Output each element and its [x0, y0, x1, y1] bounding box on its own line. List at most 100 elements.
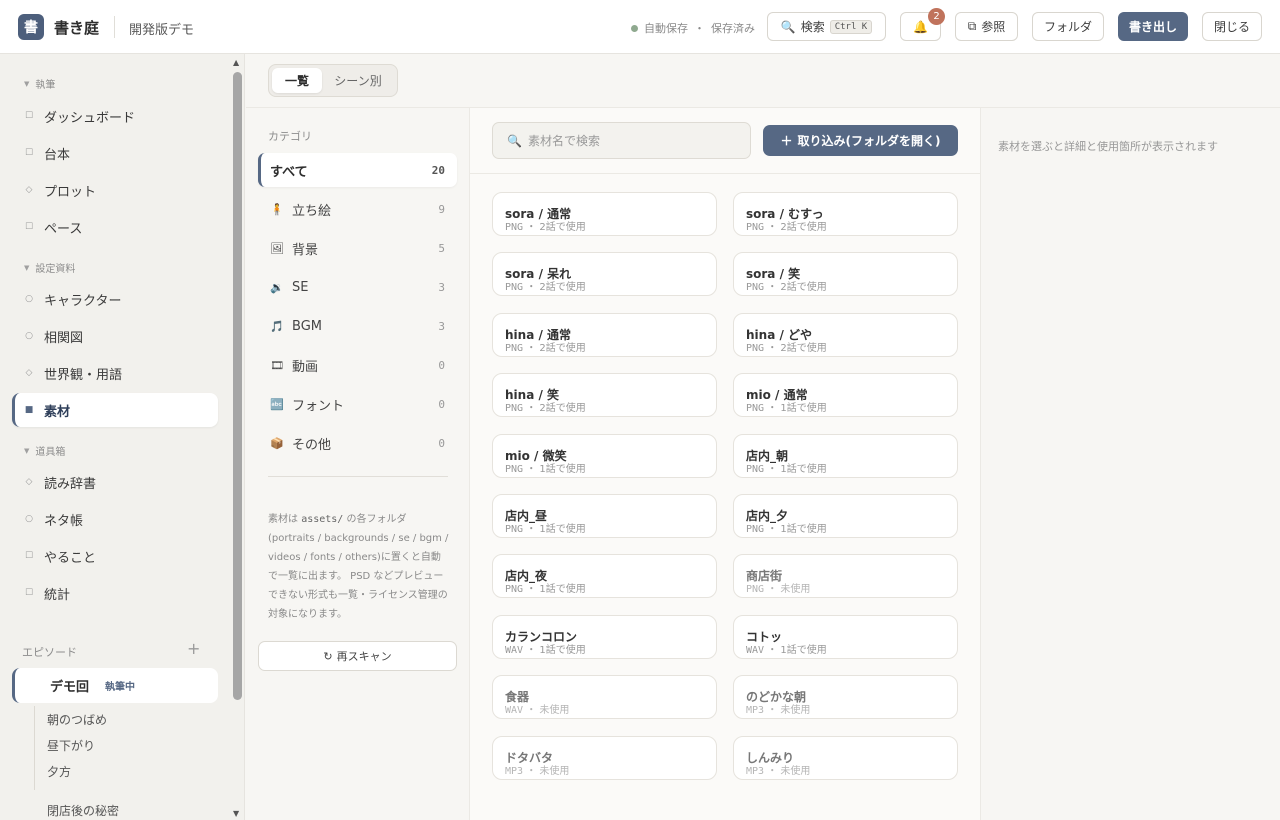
- tab-list[interactable]: 一覧: [272, 68, 322, 93]
- asset-card[interactable]: のどかな朝 MP3 ・ 未使用: [733, 675, 958, 720]
- search-shortcut: Ctrl K: [829, 19, 873, 34]
- notification-badge: 2: [928, 8, 945, 25]
- category-item[interactable]: 🎞 動画 0: [258, 348, 457, 382]
- close-button[interactable]: 閉じる: [1202, 12, 1262, 41]
- rescan-button[interactable]: ↻ 再スキャン: [258, 641, 457, 671]
- category-item[interactable]: 📦 その他 0: [258, 426, 457, 460]
- scroll-down-icon[interactable]: ▼: [233, 809, 239, 818]
- asset-meta: PNG ・ 1話で使用: [746, 402, 945, 416]
- refresh-icon: ↻: [323, 649, 333, 663]
- asset-format: WAV: [505, 644, 524, 656]
- asset-name: 店内_朝: [746, 448, 789, 463]
- sidebar-item-todo[interactable]: ☐ やること: [12, 539, 218, 573]
- asset-name: sora / 呆れ: [505, 267, 572, 282]
- sidebar-item-dashboard[interactable]: ☐ ダッシュボード: [12, 99, 218, 133]
- asset-card[interactable]: 店内_夕 PNG ・ 1話で使用: [733, 494, 958, 538]
- asset-search-input[interactable]: 🔍 素材名で検索: [492, 122, 751, 159]
- close-label: 閉じる: [1213, 20, 1250, 34]
- section-label-settings[interactable]: ▼ 設定資料: [24, 260, 75, 276]
- caret-down-icon: ▼: [24, 446, 30, 455]
- category-item[interactable]: 🎵 BGM 3: [258, 309, 457, 343]
- folder-button[interactable]: フォルダ: [1032, 12, 1104, 41]
- asset-card[interactable]: mio / 通常 PNG ・ 1話で使用: [733, 373, 958, 418]
- tab-by-scene[interactable]: シーン別: [322, 68, 394, 93]
- asset-usage: 未使用: [539, 765, 570, 777]
- asset-card[interactable]: hina / 笑 PNG ・ 2話で使用: [492, 373, 717, 418]
- sidebar-item-ideas[interactable]: ○ ネタ帳: [12, 502, 218, 536]
- category-label: その他: [292, 437, 332, 453]
- asset-card[interactable]: mio / 微笑 PNG ・ 1話で使用: [492, 433, 717, 478]
- sidebar-item-world[interactable]: ◇ 世界観・用語: [12, 356, 218, 390]
- asset-card[interactable]: sora / 笑 PNG ・ 2話で使用: [733, 252, 958, 297]
- scene-item[interactable]: 夕方: [47, 763, 71, 780]
- category-item[interactable]: 🧍 立ち絵 9: [258, 192, 457, 226]
- scene-item[interactable]: 朝のつばめ: [47, 711, 107, 728]
- import-button[interactable]: ＋ 取り込み(フォルダを開く): [763, 125, 958, 156]
- asset-name: コトッ: [746, 629, 783, 644]
- reference-button[interactable]: ⧉ 参照: [955, 12, 1018, 41]
- export-button[interactable]: 書き出し: [1118, 12, 1188, 41]
- asset-meta: MP3 ・ 未使用: [746, 704, 945, 718]
- episode-item[interactable]: デモ回 執筆中: [12, 668, 218, 703]
- asset-card[interactable]: 店内_朝 PNG ・ 1話で使用: [733, 433, 958, 478]
- asset-name: ドタバタ: [505, 750, 554, 765]
- episode-item-next[interactable]: 閉店後の秘密: [47, 802, 119, 819]
- scroll-up-icon[interactable]: ▲: [233, 58, 239, 67]
- sidebar-item-pace[interactable]: ☐ ペース: [12, 210, 218, 244]
- asset-name: hina / 通常: [505, 327, 572, 342]
- section-label-writing[interactable]: ▼ 執筆: [24, 76, 55, 92]
- episode-title: デモ回: [50, 680, 90, 695]
- view-tabbar: 一覧 シーン別: [246, 54, 1280, 108]
- asset-meta-sep: ・: [523, 222, 540, 233]
- asset-name: 店内_夕: [746, 509, 789, 523]
- asset-card[interactable]: hina / どや PNG ・ 2話で使用: [733, 312, 958, 357]
- asset-card[interactable]: 商店街 PNG ・ 未使用: [733, 554, 958, 599]
- asset-card[interactable]: 食器 WAV ・ 未使用: [492, 675, 717, 720]
- asset-card[interactable]: しんみり MP3 ・ 未使用: [733, 735, 958, 780]
- asset-meta-sep: ・: [523, 644, 540, 656]
- sidebar-item-plot[interactable]: ◇ プロット: [12, 173, 218, 207]
- asset-card[interactable]: ドタバタ MP3 ・ 未使用: [492, 735, 717, 780]
- asset-card[interactable]: 店内_昼 PNG ・ 1話で使用: [492, 494, 717, 538]
- asset-card[interactable]: hina / 通常 PNG ・ 2話で使用: [492, 312, 717, 357]
- scrollbar-thumb[interactable]: [233, 72, 242, 700]
- category-item[interactable]: 🔉 SE 3: [258, 270, 457, 304]
- asset-meta-sep: ・: [764, 584, 781, 596]
- search-button[interactable]: 🔍 検索 Ctrl K: [767, 12, 886, 41]
- asset-name: のどかな朝: [746, 690, 807, 705]
- asset-card[interactable]: sora / むすっ PNG ・ 2話で使用: [733, 192, 958, 236]
- sidebar-item-script[interactable]: ☐ 台本: [12, 136, 218, 170]
- asset-usage: 1話で使用: [780, 644, 827, 656]
- sidebar-item-assets[interactable]: ■ 素材: [12, 393, 218, 427]
- category-label: フォント: [292, 398, 345, 414]
- asset-card[interactable]: sora / 通常 PNG ・ 2話で使用: [492, 192, 717, 236]
- category-item[interactable]: 🔤 フォント 0: [258, 387, 457, 421]
- category-item[interactable]: すべて 20: [258, 153, 457, 187]
- asset-card[interactable]: sora / 呆れ PNG ・ 2話で使用: [492, 252, 717, 297]
- section-label-tools[interactable]: ▼ 道具箱: [24, 443, 65, 459]
- category-item[interactable]: 🖼 背景 5: [258, 231, 457, 265]
- search-icon: 🔍: [507, 133, 522, 148]
- sidebar-item-stats[interactable]: ☐ 統計: [12, 576, 218, 610]
- asset-meta-sep: ・: [764, 222, 781, 233]
- sidebar-scrollbar[interactable]: ▲ ▼: [230, 54, 245, 820]
- asset-name: hina / どや: [746, 327, 813, 342]
- scene-item[interactable]: 昼下がり: [47, 737, 95, 754]
- sidebar-item-relations[interactable]: ○ 相関図: [12, 319, 218, 353]
- asset-meta-sep: ・: [764, 524, 781, 535]
- asset-card[interactable]: 店内_夜 PNG ・ 1話で使用: [492, 554, 717, 599]
- asset-meta-sep: ・: [523, 463, 540, 475]
- asset-meta: PNG ・ 1話で使用: [505, 523, 704, 537]
- asset-card[interactable]: コトッ WAV ・ 1話で使用: [733, 614, 958, 659]
- detail-placeholder: 素材を選ぶと詳細と使用箇所が表示されます: [998, 140, 1218, 153]
- add-episode-icon[interactable]: +: [187, 639, 200, 658]
- sidebar-item-dictionary[interactable]: ◇ 読み辞書: [12, 465, 218, 499]
- sidebar-item-characters[interactable]: ○ キャラクター: [12, 282, 218, 316]
- asset-card[interactable]: カランコロン WAV ・ 1話で使用: [492, 614, 717, 659]
- caret-down-icon: ▼: [24, 79, 30, 88]
- asset-usage: 2話で使用: [539, 342, 586, 354]
- asset-name: 商店街: [746, 569, 783, 584]
- category-count: 0: [438, 436, 445, 450]
- search-icon: 🔍: [780, 19, 796, 34]
- sidebar: ▼ 執筆 ☐ ダッシュボード ☐ 台本 ◇ プロット ☐ ペース ▼ 設定資料 ○ キャラクタ…: [0, 54, 230, 820]
